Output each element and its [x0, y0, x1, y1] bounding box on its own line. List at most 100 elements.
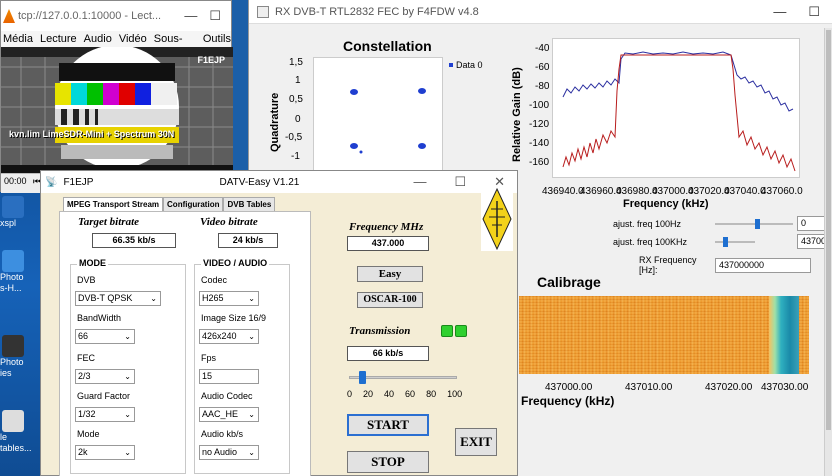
exit-button[interactable]: EXIT: [455, 428, 497, 456]
easy-button[interactable]: Easy: [357, 266, 423, 282]
frequency-label: Frequency MHz: [349, 221, 424, 233]
datv-title-left: F1EJP: [63, 176, 94, 188]
menu-media[interactable]: Média: [3, 31, 33, 47]
maximize-icon[interactable]: ☐: [808, 4, 820, 20]
slider-ticks: 0 20 40 60 80 100: [347, 389, 463, 399]
tab-configuration[interactable]: Configuration: [163, 197, 224, 211]
image-size-label: Image Size 16/9: [201, 313, 267, 323]
video-audio-group-title: VIDEO / AUDIO: [201, 258, 270, 268]
status-led-1: [441, 325, 453, 337]
vlc-logo-icon: [3, 9, 15, 23]
rx-titlebar[interactable]: RX DVB-T RTL2832 FEC by F4FDW v4.8 — ☐: [249, 0, 832, 24]
menu-video[interactable]: Vidéo: [119, 31, 147, 47]
elapsed-time: 00:00: [4, 176, 27, 186]
chevron-down-icon: ⌄: [248, 332, 255, 341]
vlc-menubar: Média Lecture Audio Vidéo Sous-titres Ou…: [1, 31, 231, 61]
mpeg-ts-panel: Target bitrate 66.35 kb/s Video bitrate …: [59, 211, 311, 476]
calibrage-xlabel: Frequency (kHz): [521, 394, 615, 408]
spectrum-plot: [552, 38, 800, 178]
audio-kbs-label: Audio kb/s: [201, 429, 244, 439]
fec-select[interactable]: 2/3 ⌄: [75, 369, 135, 384]
tab-strip: MPEG Transport Stream Configuration DVB …: [63, 197, 276, 211]
scrollbar[interactable]: [824, 28, 832, 476]
antenna-icon: 📡: [45, 176, 58, 188]
menu-tools[interactable]: Outils: [203, 31, 231, 47]
photo-icon: [2, 250, 24, 272]
chevron-down-icon: ⌄: [150, 294, 157, 303]
video-audio-group: VIDEO / AUDIO Codec H265 ⌄ Image Size 16/…: [194, 258, 290, 474]
transmission-value: 66 kb/s: [347, 346, 429, 361]
datv-title: DATV-Easy V1.21: [219, 176, 300, 188]
constellation-plot: [313, 57, 443, 172]
mode-group-title: MODE: [77, 258, 108, 268]
video-caption-overlay: kvn.lim LimeSDR-Mini + Spectrum 30N: [9, 129, 175, 139]
desktop-icon-label: xspl: [0, 218, 17, 228]
datv-window: 📡 F1EJP DATV-Easy V1.21 — ☐ ✕ MPEG Trans…: [40, 170, 518, 476]
transmission-slider[interactable]: [349, 371, 457, 385]
chevron-down-icon: ⌄: [248, 448, 255, 457]
audio-kbs-select[interactable]: no Audio ⌄: [199, 445, 259, 460]
codec-select[interactable]: H265 ⌄: [199, 291, 259, 306]
legend-marker-icon: [449, 63, 453, 67]
video-bitrate-label: Video bitrate: [200, 216, 258, 228]
test-pattern-image: [1, 47, 233, 173]
start-button[interactable]: START: [347, 414, 429, 436]
fps-input[interactable]: 15: [199, 369, 259, 384]
chevron-down-icon: ⌄: [124, 448, 131, 457]
audio-codec-select[interactable]: AAC_HE ⌄: [199, 407, 259, 422]
fps-label: Fps: [201, 353, 217, 363]
mode-select[interactable]: 2k ⌄: [75, 445, 135, 460]
minimize-icon[interactable]: —: [413, 174, 426, 190]
adjust-100khz-label: ajust. freq 100KHz: [613, 236, 688, 247]
maximize-icon[interactable]: ☐: [209, 8, 221, 24]
chevron-down-icon: ⌄: [124, 410, 131, 419]
codec-label: Codec: [201, 275, 228, 285]
fec-label: FEC: [77, 353, 95, 363]
target-bitrate-value: 66.35 kb/s: [92, 233, 176, 248]
minimize-icon[interactable]: —: [184, 8, 197, 24]
chevron-down-icon: ⌄: [124, 332, 131, 341]
guard-factor-select[interactable]: 1/32 ⌄: [75, 407, 135, 422]
target-bitrate-label: Target bitrate: [78, 216, 140, 228]
tab-mpeg-ts[interactable]: MPEG Transport Stream: [63, 197, 164, 211]
dvb-label: DVB: [77, 275, 96, 285]
signal-band: [769, 296, 799, 374]
mode-group: MODE DVB DVB-T QPSK ⌄ BandWidth 66 ⌄ FEC 2…: [70, 258, 186, 474]
rx-frequency-input[interactable]: 437000000: [715, 257, 811, 273]
logo: [481, 187, 513, 251]
slider-thumb[interactable]: [359, 371, 366, 384]
guard-factor-label: Guard Factor: [77, 391, 131, 401]
menu-playback[interactable]: Lecture: [40, 31, 77, 47]
tab-dvb-tables[interactable]: DVB Tables: [223, 197, 276, 211]
constellation-title: Constellation: [343, 38, 432, 54]
adjust-100hz-slider[interactable]: [715, 218, 793, 229]
adjust-100hz-label: ajust. freq 100Hz: [613, 218, 682, 229]
legend-label: Data 0: [456, 60, 483, 70]
oscar-100-button[interactable]: OSCAR-100: [357, 292, 423, 308]
constellation-legend: Data 0: [449, 60, 483, 70]
stop-button[interactable]: STOP: [347, 451, 429, 473]
menu-audio[interactable]: Audio: [84, 31, 112, 47]
audio-codec-label: Audio Codec: [201, 391, 253, 401]
minimize-icon[interactable]: —: [773, 4, 786, 20]
desktop-icon-label: Photo ies: [0, 357, 24, 378]
chevron-down-icon: ⌄: [124, 372, 131, 381]
image-size-select[interactable]: 426x240 ⌄: [199, 329, 259, 344]
video-frame: F1EJP kvn.lim LimeSDR-Mini + Spectrum 30…: [1, 47, 233, 173]
menu-subtitles[interactable]: Sous-titres: [154, 31, 196, 61]
adjust-100khz-slider[interactable]: [715, 236, 755, 247]
document-icon: [2, 410, 24, 432]
frequency-value[interactable]: 437.000: [347, 236, 429, 251]
datv-titlebar[interactable]: 📡 F1EJP DATV-Easy V1.21 — ☐ ✕: [41, 171, 517, 193]
constellation-ylabel: Quadrature: [269, 92, 281, 152]
video-bitrate-value: 24 kb/s: [218, 233, 278, 248]
mode-label: Mode: [77, 429, 100, 439]
file-icon: [2, 196, 24, 218]
vlc-window: tcp://127.0.0.1:10000 - Lect... — ☐ Médi…: [0, 0, 233, 193]
dvb-select[interactable]: DVB-T QPSK ⌄: [75, 291, 161, 306]
spectrum-blue-trace: [562, 51, 794, 112]
vlc-title: tcp://127.0.0.1:10000 - Lect...: [18, 10, 162, 22]
vlc-titlebar[interactable]: tcp://127.0.0.1:10000 - Lect... — ☐: [1, 1, 231, 31]
bandwidth-select[interactable]: 66 ⌄: [75, 329, 135, 344]
maximize-icon[interactable]: ☐: [454, 174, 466, 190]
